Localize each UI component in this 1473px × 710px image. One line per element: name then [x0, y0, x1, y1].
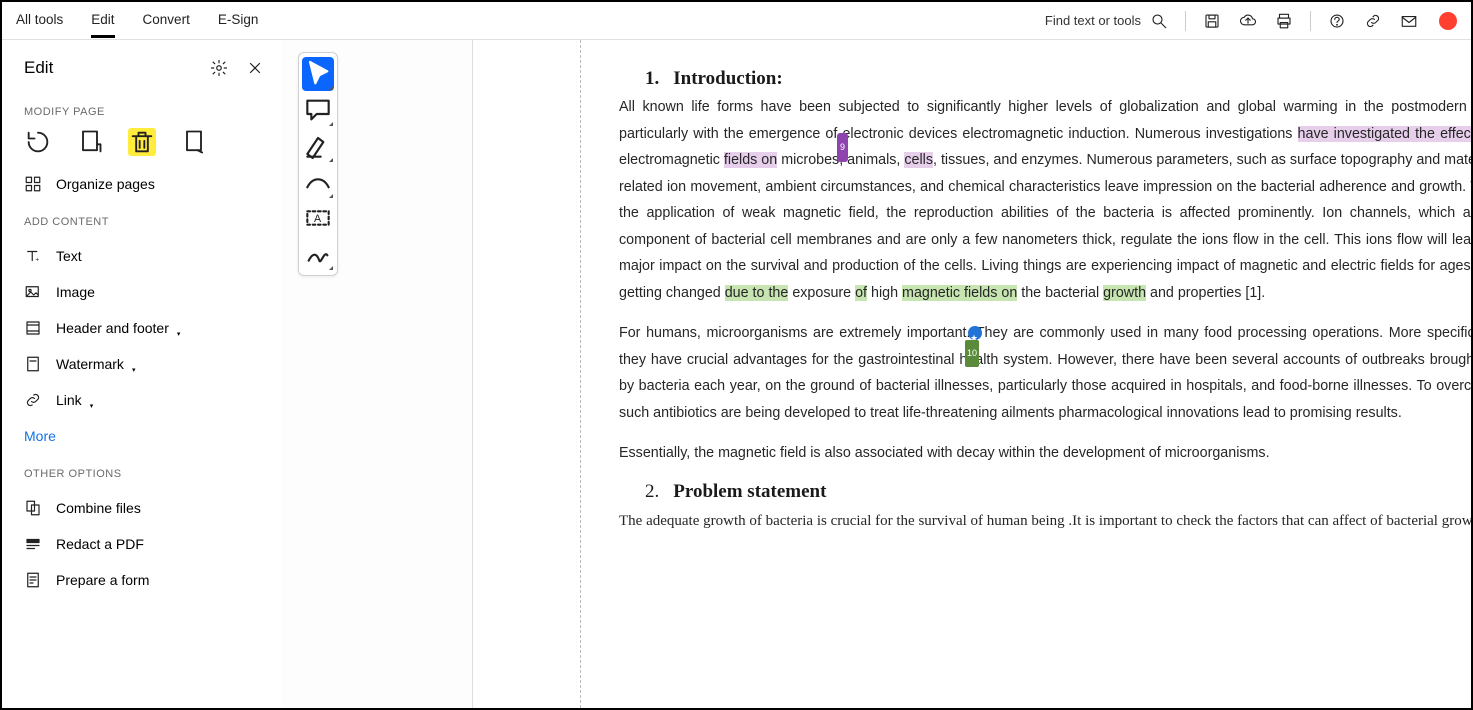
redact-icon — [24, 535, 42, 553]
assist-icon[interactable] — [1327, 11, 1347, 31]
paragraph-1: All known life forms have been subjected… — [619, 94, 1471, 306]
comment-badge[interactable]: 9 — [837, 133, 848, 162]
highlight: magnetic fields on — [902, 285, 1017, 301]
sidebar-title: Edit — [24, 58, 53, 78]
svg-text:+: + — [35, 256, 39, 263]
document-content: 1.Introduction: All known life forms hav… — [619, 68, 1471, 549]
floating-toolbar: A — [298, 52, 338, 276]
label: Text — [56, 248, 82, 264]
chevron-down-icon: ▾ — [132, 366, 136, 374]
section-modify-page: MODIFY PAGE — [2, 92, 282, 128]
link-icon — [24, 391, 42, 409]
margin-left — [580, 40, 581, 708]
label: Link — [56, 392, 82, 408]
main-area: Edit MODIFY PAGE Organize pages ADD CONT… — [2, 40, 1471, 708]
svg-text:A: A — [314, 213, 322, 225]
top-menu-left: All tools Edit Convert E-Sign — [16, 4, 258, 38]
paragraph-3: Essentially, the magnetic field is also … — [619, 440, 1471, 467]
user-avatar[interactable] — [1439, 12, 1457, 30]
organize-pages[interactable]: Organize pages — [2, 166, 282, 202]
redact-pdf[interactable]: Redact a PDF — [2, 526, 282, 562]
label: Image — [56, 284, 95, 300]
highlight-tool[interactable] — [302, 129, 334, 163]
modify-page-row — [2, 128, 282, 166]
label: Combine files — [56, 500, 141, 516]
label: Watermark — [56, 356, 124, 372]
highlight: growth — [1103, 285, 1146, 301]
select-tool[interactable] — [302, 57, 334, 91]
highlight: due to the — [725, 285, 789, 301]
form-icon — [24, 571, 42, 589]
delete-page-icon[interactable] — [128, 128, 156, 156]
prepare-form[interactable]: Prepare a form — [2, 562, 282, 598]
comment-tool[interactable] — [302, 93, 334, 127]
add-text[interactable]: + Text — [2, 238, 282, 274]
label: Prepare a form — [56, 572, 149, 588]
label: Redact a PDF — [56, 536, 144, 552]
heading-1: 1.Introduction: — [619, 68, 1471, 90]
extract-page-icon[interactable] — [180, 128, 208, 156]
top-menu-bar: All tools Edit Convert E-Sign Find text … — [2, 2, 1471, 40]
sidebar-header: Edit — [2, 58, 282, 92]
print-icon[interactable] — [1274, 11, 1294, 31]
close-icon[interactable] — [246, 59, 264, 77]
header-footer-icon — [24, 319, 42, 337]
highlight: have investigated the effects of — [1298, 126, 1471, 142]
highlight: cells — [904, 152, 933, 168]
sign-tool[interactable] — [302, 237, 334, 271]
paragraph-4: The adequate growth of bacteria is cruci… — [619, 507, 1471, 535]
more-link[interactable]: More — [2, 418, 282, 454]
menu-edit[interactable]: Edit — [91, 4, 114, 38]
combine-icon — [24, 499, 42, 517]
organize-icon — [24, 175, 42, 193]
search-label[interactable]: Find text or tools — [1045, 13, 1141, 28]
divider — [1310, 11, 1311, 31]
textbox-tool[interactable]: A — [302, 201, 334, 235]
star-marker[interactable] — [968, 326, 982, 340]
gear-icon[interactable] — [210, 59, 228, 77]
section-other-options: OTHER OPTIONS — [2, 454, 282, 490]
image-icon — [24, 283, 42, 301]
add-header-footer[interactable]: Header and footer ▾ — [2, 310, 282, 346]
chevron-down-icon: ▾ — [177, 330, 181, 338]
paragraph-2: For humans, microorganisms are extremely… — [619, 320, 1471, 426]
menu-convert[interactable]: Convert — [143, 4, 190, 38]
draw-tool[interactable] — [302, 165, 334, 199]
edit-sidebar: Edit MODIFY PAGE Organize pages ADD CONT… — [2, 40, 282, 708]
document-page[interactable]: 1.Introduction: All known life forms hav… — [522, 40, 1471, 708]
watermark-icon — [24, 355, 42, 373]
link-icon[interactable] — [1363, 11, 1383, 31]
divider — [1185, 11, 1186, 31]
menu-all-tools[interactable]: All tools — [16, 4, 63, 38]
add-image[interactable]: Image — [2, 274, 282, 310]
save-icon[interactable] — [1202, 11, 1222, 31]
rotate-icon[interactable] — [24, 128, 52, 156]
combine-files[interactable]: Combine files — [2, 490, 282, 526]
mail-icon[interactable] — [1399, 11, 1419, 31]
text-icon: + — [24, 247, 42, 265]
highlight: of — [855, 285, 867, 301]
comment-badge[interactable]: 10 — [965, 340, 979, 367]
section-add-content: ADD CONTENT — [2, 202, 282, 238]
cloud-upload-icon[interactable] — [1238, 11, 1258, 31]
menu-esign[interactable]: E-Sign — [218, 4, 259, 38]
highlight: fields on — [724, 152, 777, 168]
chevron-down-icon: ▾ — [90, 402, 94, 410]
add-link[interactable]: Link ▾ — [2, 382, 282, 418]
add-watermark[interactable]: Watermark ▾ — [2, 346, 282, 382]
heading-2: 2.Problem statement — [619, 481, 1471, 503]
document-canvas: A 1.Introduction: All known life forms h… — [282, 40, 1471, 708]
search-icon[interactable] — [1149, 11, 1169, 31]
label: Header and footer — [56, 320, 169, 336]
top-menu-right: Find text or tools — [1045, 11, 1457, 31]
label: Organize pages — [56, 176, 155, 192]
insert-page-icon[interactable] — [76, 128, 104, 156]
